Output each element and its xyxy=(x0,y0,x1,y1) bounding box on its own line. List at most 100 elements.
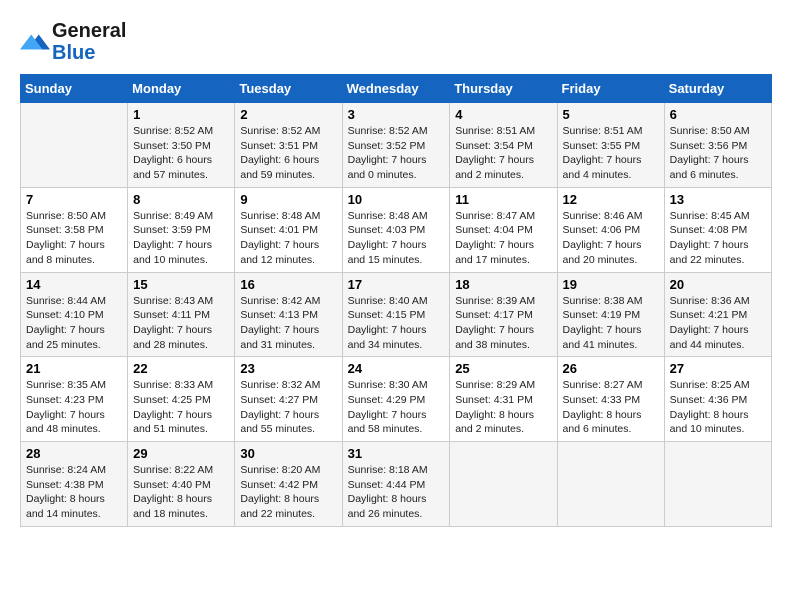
day-cell: 29 Sunrise: 8:22 AM Sunset: 4:40 PM Dayli… xyxy=(128,442,235,527)
day-number: 22 xyxy=(133,361,229,376)
day-cell: 19 Sunrise: 8:38 AM Sunset: 4:19 PM Dayli… xyxy=(557,272,664,357)
day-number: 23 xyxy=(240,361,336,376)
day-info: Sunrise: 8:45 AM Sunset: 4:08 PM Dayligh… xyxy=(670,209,766,268)
day-cell: 9Sunrise: 8:48 AM Sunset: 4:01 PM Daylig… xyxy=(235,187,342,272)
day-number: 5 xyxy=(563,107,659,122)
day-number: 13 xyxy=(670,192,766,207)
day-number: 12 xyxy=(563,192,659,207)
day-cell: 5Sunrise: 8:51 AM Sunset: 3:55 PM Daylig… xyxy=(557,103,664,188)
day-info: Sunrise: 8:22 AM Sunset: 4:40 PM Dayligh… xyxy=(133,463,229,522)
week-row-2: 7Sunrise: 8:50 AM Sunset: 3:58 PM Daylig… xyxy=(21,187,772,272)
day-cell: 3 Sunrise: 8:52 AM Sunset: 3:52 PM Daylig… xyxy=(342,103,450,188)
day-cell: 16 Sunrise: 8:42 AM Sunset: 4:13 PM Dayli… xyxy=(235,272,342,357)
day-info: Sunrise: 8:29 AM Sunset: 4:31 PM Dayligh… xyxy=(455,378,551,437)
day-number: 27 xyxy=(670,361,766,376)
day-cell xyxy=(664,442,771,527)
calendar-table: SundayMondayTuesdayWednesdayThursdayFrid… xyxy=(20,74,772,527)
day-cell: 6Sunrise: 8:50 AM Sunset: 3:56 PM Daylig… xyxy=(664,103,771,188)
day-cell: 24Sunrise: 8:30 AM Sunset: 4:29 PM Dayli… xyxy=(342,357,450,442)
logo: General Blue xyxy=(20,20,126,64)
day-info: Sunrise: 8:32 AM Sunset: 4:27 PM Dayligh… xyxy=(240,378,336,437)
day-info: Sunrise: 8:33 AM Sunset: 4:25 PM Dayligh… xyxy=(133,378,229,437)
day-number: 19 xyxy=(563,277,659,292)
day-info: Sunrise: 8:39 AM Sunset: 4:17 PM Dayligh… xyxy=(455,294,551,353)
day-info: Sunrise: 8:46 AM Sunset: 4:06 PM Dayligh… xyxy=(563,209,659,268)
week-row-4: 21Sunrise: 8:35 AM Sunset: 4:23 PM Dayli… xyxy=(21,357,772,442)
day-info: Sunrise: 8:43 AM Sunset: 4:11 PM Dayligh… xyxy=(133,294,229,353)
day-info: Sunrise: 8:20 AM Sunset: 4:42 PM Dayligh… xyxy=(240,463,336,522)
day-cell: 30 Sunrise: 8:20 AM Sunset: 4:42 PM Dayli… xyxy=(235,442,342,527)
day-info: Sunrise: 8:42 AM Sunset: 4:13 PM Dayligh… xyxy=(240,294,336,353)
day-cell: 7Sunrise: 8:50 AM Sunset: 3:58 PM Daylig… xyxy=(21,187,128,272)
day-cell: 18 Sunrise: 8:39 AM Sunset: 4:17 PM Dayli… xyxy=(450,272,557,357)
day-info: Sunrise: 8:48 AM Sunset: 4:03 PM Dayligh… xyxy=(348,209,445,268)
day-number: 3 xyxy=(348,107,445,122)
day-number: 30 xyxy=(240,446,336,461)
week-row-5: 28 Sunrise: 8:24 AM Sunset: 4:38 PM Dayli… xyxy=(21,442,772,527)
day-info: Sunrise: 8:25 AM Sunset: 4:36 PM Dayligh… xyxy=(670,378,766,437)
day-number: 28 xyxy=(26,446,122,461)
day-cell: 21Sunrise: 8:35 AM Sunset: 4:23 PM Dayli… xyxy=(21,357,128,442)
day-cell xyxy=(557,442,664,527)
day-cell: 13 Sunrise: 8:45 AM Sunset: 4:08 PM Dayli… xyxy=(664,187,771,272)
column-header-monday: Monday xyxy=(128,75,235,103)
day-cell: 27 Sunrise: 8:25 AM Sunset: 4:36 PM Dayli… xyxy=(664,357,771,442)
day-info: Sunrise: 8:18 AM Sunset: 4:44 PM Dayligh… xyxy=(348,463,445,522)
day-info: Sunrise: 8:38 AM Sunset: 4:19 PM Dayligh… xyxy=(563,294,659,353)
day-number: 14 xyxy=(26,277,122,292)
day-number: 26 xyxy=(563,361,659,376)
week-row-1: 1 Sunrise: 8:52 AM Sunset: 3:50 PM Daylig… xyxy=(21,103,772,188)
day-cell: 10 Sunrise: 8:48 AM Sunset: 4:03 PM Dayli… xyxy=(342,187,450,272)
day-cell: 8 Sunrise: 8:49 AM Sunset: 3:59 PM Daylig… xyxy=(128,187,235,272)
day-cell: 1 Sunrise: 8:52 AM Sunset: 3:50 PM Daylig… xyxy=(128,103,235,188)
day-info: Sunrise: 8:36 AM Sunset: 4:21 PM Dayligh… xyxy=(670,294,766,353)
day-cell xyxy=(21,103,128,188)
column-header-tuesday: Tuesday xyxy=(235,75,342,103)
day-info: Sunrise: 8:24 AM Sunset: 4:38 PM Dayligh… xyxy=(26,463,122,522)
day-info: Sunrise: 8:40 AM Sunset: 4:15 PM Dayligh… xyxy=(348,294,445,353)
column-header-friday: Friday xyxy=(557,75,664,103)
day-number: 29 xyxy=(133,446,229,461)
day-cell: 31 Sunrise: 8:18 AM Sunset: 4:44 PM Dayli… xyxy=(342,442,450,527)
page-header: General Blue xyxy=(20,20,772,64)
day-info: Sunrise: 8:47 AM Sunset: 4:04 PM Dayligh… xyxy=(455,209,551,268)
day-number: 4 xyxy=(455,107,551,122)
day-cell: 2Sunrise: 8:52 AM Sunset: 3:51 PM Daylig… xyxy=(235,103,342,188)
day-cell: 26 Sunrise: 8:27 AM Sunset: 4:33 PM Dayli… xyxy=(557,357,664,442)
day-number: 17 xyxy=(348,277,445,292)
day-cell: 12 Sunrise: 8:46 AM Sunset: 4:06 PM Dayli… xyxy=(557,187,664,272)
day-number: 1 xyxy=(133,107,229,122)
day-info: Sunrise: 8:51 AM Sunset: 3:54 PM Dayligh… xyxy=(455,124,551,183)
day-number: 11 xyxy=(455,192,551,207)
day-number: 18 xyxy=(455,277,551,292)
day-info: Sunrise: 8:48 AM Sunset: 4:01 PM Dayligh… xyxy=(240,209,336,268)
day-number: 31 xyxy=(348,446,445,461)
day-number: 7 xyxy=(26,192,122,207)
day-info: Sunrise: 8:52 AM Sunset: 3:52 PM Dayligh… xyxy=(348,124,445,183)
day-number: 6 xyxy=(670,107,766,122)
logo-icon xyxy=(20,27,50,57)
column-header-thursday: Thursday xyxy=(450,75,557,103)
logo-text: General Blue xyxy=(52,20,126,64)
column-header-saturday: Saturday xyxy=(664,75,771,103)
day-info: Sunrise: 8:35 AM Sunset: 4:23 PM Dayligh… xyxy=(26,378,122,437)
day-number: 2 xyxy=(240,107,336,122)
day-info: Sunrise: 8:52 AM Sunset: 3:50 PM Dayligh… xyxy=(133,124,229,183)
day-cell: 4 Sunrise: 8:51 AM Sunset: 3:54 PM Daylig… xyxy=(450,103,557,188)
day-cell: 25 Sunrise: 8:29 AM Sunset: 4:31 PM Dayli… xyxy=(450,357,557,442)
day-cell: 11 Sunrise: 8:47 AM Sunset: 4:04 PM Dayli… xyxy=(450,187,557,272)
day-info: Sunrise: 8:49 AM Sunset: 3:59 PM Dayligh… xyxy=(133,209,229,268)
day-cell: 17 Sunrise: 8:40 AM Sunset: 4:15 PM Dayli… xyxy=(342,272,450,357)
day-number: 16 xyxy=(240,277,336,292)
day-cell: 20 Sunrise: 8:36 AM Sunset: 4:21 PM Dayli… xyxy=(664,272,771,357)
day-info: Sunrise: 8:30 AM Sunset: 4:29 PM Dayligh… xyxy=(348,378,445,437)
day-number: 20 xyxy=(670,277,766,292)
day-number: 25 xyxy=(455,361,551,376)
day-info: Sunrise: 8:27 AM Sunset: 4:33 PM Dayligh… xyxy=(563,378,659,437)
day-number: 8 xyxy=(133,192,229,207)
day-cell xyxy=(450,442,557,527)
day-number: 15 xyxy=(133,277,229,292)
day-cell: 28 Sunrise: 8:24 AM Sunset: 4:38 PM Dayli… xyxy=(21,442,128,527)
day-number: 10 xyxy=(348,192,445,207)
day-info: Sunrise: 8:44 AM Sunset: 4:10 PM Dayligh… xyxy=(26,294,122,353)
